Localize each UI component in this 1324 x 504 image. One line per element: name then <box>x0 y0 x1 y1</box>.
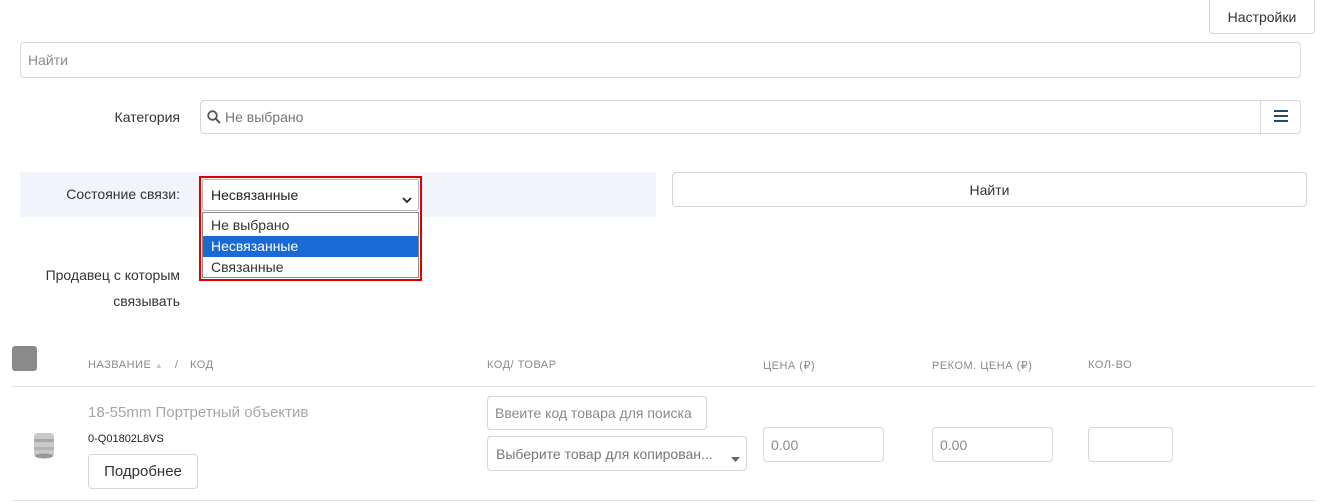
seller-label-line2: связывать <box>113 293 180 309</box>
row-divider <box>12 500 1315 501</box>
select-all-checkbox[interactable] <box>12 346 37 371</box>
product-thumbnail <box>32 431 56 459</box>
option-linked[interactable]: Связанные <box>203 257 418 278</box>
rec-price-input[interactable] <box>932 427 1053 462</box>
search-icon <box>207 110 221 124</box>
link-state-options: Не выбрано Несвязанные Связанные <box>202 212 419 278</box>
chevron-down-icon <box>402 191 412 207</box>
search-input[interactable] <box>20 42 1301 78</box>
category-placeholder: Не выбрано <box>225 109 304 125</box>
product-title: 18-55mm Портретный объектив <box>88 404 309 421</box>
details-button[interactable]: Подробнее <box>88 454 198 489</box>
link-state-label: Состояние связи: <box>66 186 180 202</box>
col-price-header: ЦЕНА (₽) <box>763 360 816 372</box>
option-not-selected[interactable]: Не выбрано <box>203 215 418 236</box>
header-separator: / <box>174 359 179 371</box>
option-unlinked[interactable]: Несвязанные <box>203 236 418 257</box>
qty-input[interactable] <box>1088 427 1173 462</box>
copy-product-placeholder: Выберите товар для копирован... <box>496 446 713 462</box>
col-rec-price-header: РЕКОМ. ЦЕНА (₽) <box>932 360 1033 372</box>
header-divider <box>12 386 1315 387</box>
caret-down-icon <box>731 450 740 466</box>
seller-label: Продавец с которым связывать <box>20 262 180 314</box>
col-code-product-header: КОД/ ТОВАР <box>487 359 557 371</box>
price-input[interactable] <box>763 427 884 462</box>
link-state-select[interactable]: Несвязанные <box>202 179 419 211</box>
col-code-label: КОД <box>189 359 214 371</box>
find-button[interactable]: Найти <box>672 172 1307 207</box>
product-code-input[interactable] <box>487 396 707 430</box>
col-name-label: НАЗВАНИЕ <box>88 359 152 371</box>
product-code: 0-Q01802L8VS <box>88 433 164 445</box>
copy-product-select[interactable]: Выберите товар для копирован... <box>487 436 747 471</box>
sort-asc-icon: ▲ <box>154 361 164 370</box>
list-icon <box>1273 109 1288 125</box>
link-state-selected-value: Несвязанные <box>211 187 299 203</box>
settings-button[interactable]: Настройки <box>1209 0 1315 34</box>
col-name-header[interactable]: НАЗВАНИЕ ▲ / КОД <box>88 359 214 371</box>
category-menu-button[interactable] <box>1260 101 1300 133</box>
col-qty-header: КОЛ-ВО <box>1088 359 1133 371</box>
category-label: Категория <box>114 109 180 125</box>
category-picker[interactable]: Не выбрано <box>200 100 1301 134</box>
seller-label-line1: Продавец с которым <box>45 267 180 283</box>
